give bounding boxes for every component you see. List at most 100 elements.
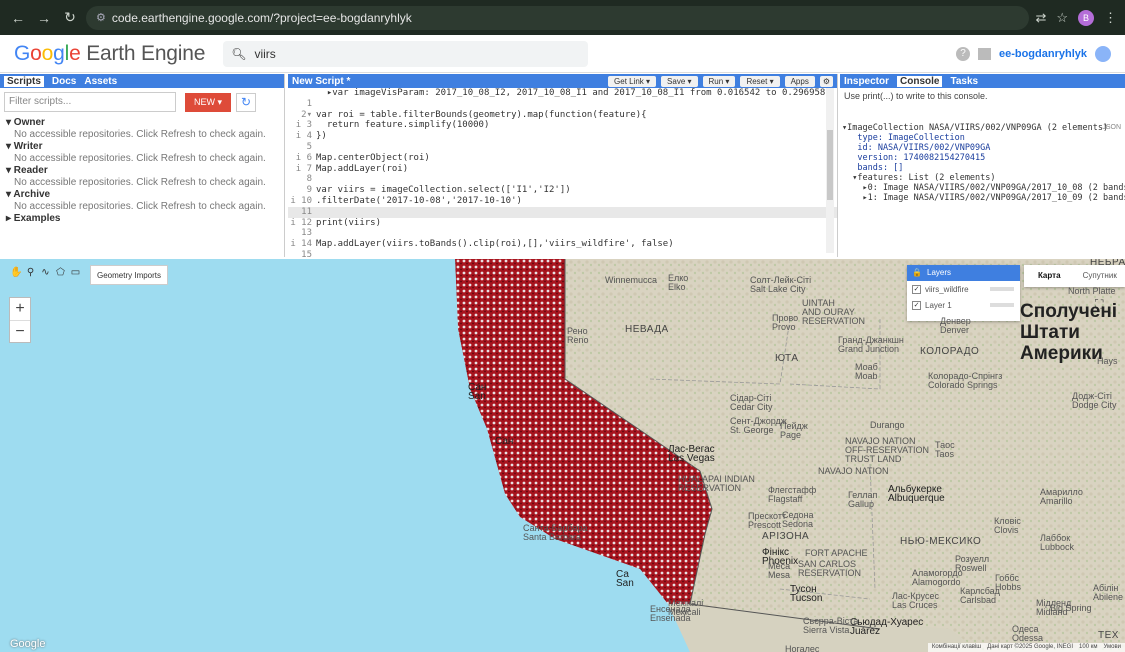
zoom-in-button[interactable]: + — [10, 298, 30, 320]
translate-icon[interactable]: ⇄ — [1035, 10, 1046, 26]
code-line[interactable]: i 4}) — [288, 131, 837, 142]
code-line[interactable]: 5 — [288, 142, 837, 153]
code-line[interactable]: i 7 Map.addLayer(roi) — [288, 164, 837, 175]
geometry-imports-button[interactable]: Geometry Imports — [90, 265, 169, 285]
code-line[interactable]: i 12 print(viirs) — [288, 218, 837, 229]
tab-scripts[interactable]: Scripts — [4, 75, 44, 87]
layers-header[interactable]: Layers — [907, 265, 1020, 281]
layer-checkbox[interactable]: ✓ — [912, 300, 921, 310]
code-line[interactable]: i 10 .filterDate('2017-10-08','2017-10-10… — [288, 196, 837, 207]
browser-menu-icon[interactable]: ⋮ — [1104, 10, 1117, 26]
tab-docs[interactable]: Docs — [52, 76, 76, 87]
console-line[interactable]: ▾features: List (2 elements) — [842, 173, 1125, 183]
code-line[interactable]: 1 — [288, 99, 837, 110]
code-line[interactable]: 13 — [288, 228, 837, 239]
map-type-control: Карта Супутник — [1024, 265, 1125, 287]
console-line[interactable]: ▸0: Image NASA/VIIRS/002/VNP09GA/2017_10… — [842, 183, 1125, 193]
layer-checkbox[interactable]: ✓ — [912, 284, 921, 294]
search-input[interactable]: viirs — [254, 47, 275, 61]
help-icon[interactable]: ? — [955, 46, 970, 61]
zoom-out-button[interactable]: − — [10, 320, 30, 342]
layer-row[interactable]: ✓ Layer 1 — [907, 297, 1020, 313]
tree-reader[interactable]: ▾ Reader — [0, 164, 284, 177]
get-link-button[interactable]: Get Link ▾ — [608, 75, 657, 87]
code-line[interactable]: 2▾ var roi = table.filterBounds(geometry)… — [288, 110, 837, 121]
code-text: var roi = table.filterBounds(geometry).m… — [316, 109, 647, 120]
run-button[interactable]: Run ▾ — [702, 75, 736, 87]
tree-writer[interactable]: ▾ Writer — [0, 140, 284, 153]
back-icon[interactable]: ← — [8, 10, 28, 26]
tree-archive[interactable]: ▾ Archive — [0, 188, 284, 201]
map-label-juarez: Сьюдад-Хуарес Juárez — [850, 617, 924, 637]
map-label-fort-apache: FORT APACHE — [805, 548, 868, 558]
feedback-icon[interactable] — [977, 47, 991, 60]
apps-button[interactable]: Apps — [784, 75, 815, 87]
user-avatar[interactable] — [1095, 45, 1111, 62]
opacity-slider[interactable] — [990, 287, 1014, 291]
tab-console[interactable]: Console — [897, 75, 943, 87]
map-label-reno: Рено Reno — [567, 326, 589, 345]
site-settings-icon[interactable]: ⚙ — [96, 11, 106, 24]
console-line[interactable]: ▾ImageCollection NASA/VIIRS/002/VNP09GA … — [842, 123, 1125, 133]
forward-icon[interactable]: → — [34, 10, 54, 26]
keyboard-shortcuts-link[interactable]: Комбінації клавіш — [932, 643, 981, 652]
tree-examples[interactable]: ▸ Examples — [0, 212, 284, 225]
code-line[interactable]: 11 — [288, 206, 837, 218]
code-line[interactable]: 9 var viirs = imageCollection.select(['I1… — [288, 185, 837, 196]
code-area[interactable]: ▸var imageVisParam: 2017_10_08_I2, 2017_… — [288, 88, 837, 261]
console-line[interactable]: ▸1: Image NASA/VIIRS/002/VNP09GA/2017_10… — [842, 193, 1125, 203]
pan-hand-icon[interactable]: ✋ — [10, 267, 22, 278]
earth-engine-logo[interactable]: Google Earth Engine — [14, 42, 205, 66]
line-icon[interactable]: ∿ — [40, 267, 51, 278]
map-type-map[interactable]: Карта — [1024, 265, 1075, 287]
line-number: 13 — [301, 228, 312, 239]
tree-owner[interactable]: ▾ Owner — [0, 116, 284, 129]
code-line[interactable]: i 6 Map.centerObject(roi) — [288, 153, 837, 164]
map-label-arizona: АРІЗОНА — [762, 531, 810, 542]
reset-button[interactable]: Reset ▾ — [740, 75, 780, 87]
map-label-hobbs: Гоббс Hobbs — [995, 573, 1022, 592]
project-selector[interactable]: ee-bogdanryhlyk — [999, 48, 1087, 60]
code-line[interactable]: 8 — [288, 174, 837, 185]
map-type-satellite[interactable]: Супутник — [1075, 265, 1125, 287]
map-label-elko: Елко Elko — [668, 273, 689, 292]
layer-name: viirs_wildfire — [925, 284, 969, 294]
polygon-icon[interactable]: ⬠ — [55, 267, 66, 278]
code-line[interactable]: ▸var imageVisParam: 2017_10_08_I2, 2017_… — [288, 88, 837, 99]
line-number: i 7 — [295, 163, 312, 174]
map-label-new-mexico: НЬЮ-МЕКСИКО — [900, 536, 982, 547]
refresh-icon[interactable]: ↻ — [236, 92, 256, 112]
code-line[interactable]: i 3 return feature.simplify(10000) — [288, 120, 837, 131]
layers-panel: Layers ✓ viirs_wildfire ✓ Layer 1 — [907, 265, 1020, 321]
settings-gear-icon[interactable]: ⚙ — [819, 75, 833, 87]
editor-scrollbar[interactable] — [826, 88, 834, 253]
map-label-nevada: НЕВАДА — [625, 324, 669, 335]
tab-tasks[interactable]: Tasks — [950, 76, 978, 87]
save-button[interactable]: Save ▾ — [661, 75, 698, 87]
profile-avatar[interactable]: B — [1078, 9, 1094, 26]
filter-scripts-input[interactable]: Filter scripts... — [4, 92, 176, 112]
line-number: 8 — [306, 174, 312, 185]
tab-assets[interactable]: Assets — [84, 76, 117, 87]
terms-link[interactable]: Умови — [1103, 643, 1121, 652]
search-box[interactable]: 🔍︎ viirs — [223, 40, 589, 67]
new-button[interactable]: NEW ▾ — [185, 92, 231, 112]
map-label-cedar-city: Сідар-Сіті Cedar City — [730, 393, 773, 412]
reload-icon[interactable]: ↻ — [60, 9, 80, 26]
map-view[interactable]: ✋ ⚲ ∿ ⬠ ▭ Geometry Imports + − Layers ✓ … — [0, 259, 1125, 652]
console-line: bands: [] — [842, 163, 904, 173]
tab-inspector[interactable]: Inspector — [844, 76, 889, 87]
browser-toolbar: ← → ↻ ⚙ code.earthengine.google.com/?pro… — [0, 0, 1125, 35]
address-bar[interactable]: ⚙ code.earthengine.google.com/?project=e… — [86, 5, 1030, 30]
opacity-slider[interactable] — [990, 303, 1014, 307]
map-label-provo: Прово Provo — [772, 313, 799, 332]
map-label-utah: ЮТА — [775, 353, 799, 364]
code-line[interactable]: i 14 Map.addLayer(viirs.toBands().clip(ro… — [288, 239, 837, 250]
rectangle-icon[interactable]: ▭ — [70, 267, 81, 278]
bookmark-star-icon[interactable]: ☆ — [1056, 10, 1068, 26]
layer-row[interactable]: ✓ viirs_wildfire — [907, 281, 1020, 297]
map-label-big-spring: Big Spring — [1050, 603, 1092, 613]
marker-icon[interactable]: ⚲ — [25, 267, 36, 278]
code-text: return feature.simplify(10000) — [316, 120, 490, 131]
code-text: Map.centerObject(roi) — [316, 152, 430, 163]
